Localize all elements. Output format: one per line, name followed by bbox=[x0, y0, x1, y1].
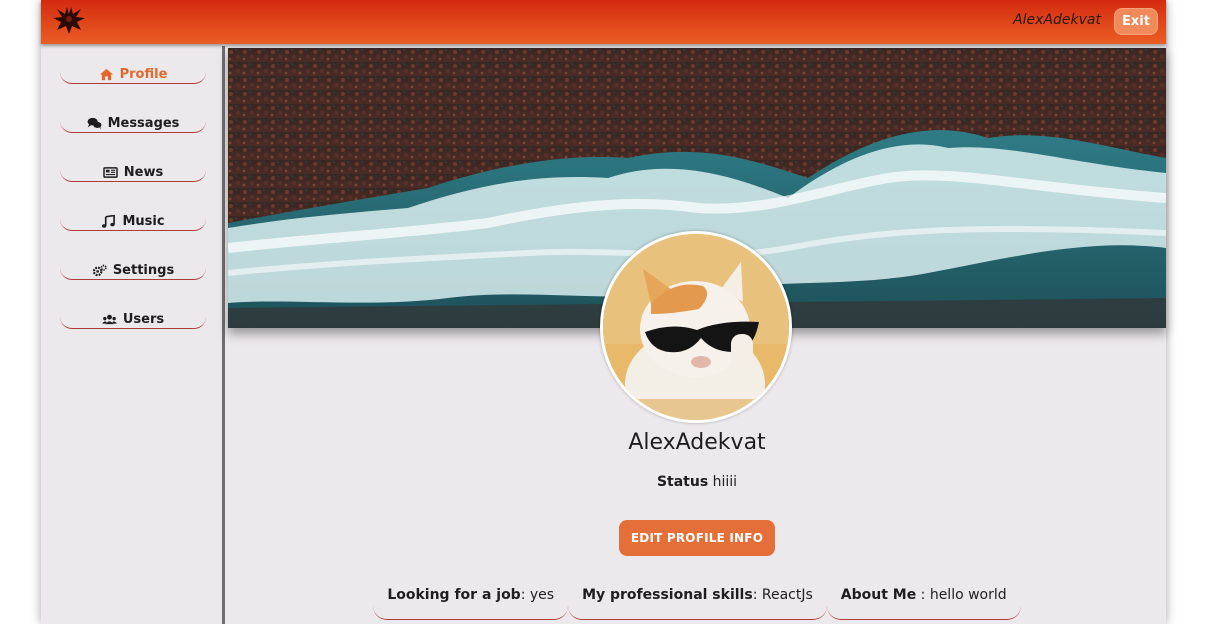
info-label: About Me bbox=[840, 587, 917, 603]
info-value: : yes bbox=[520, 587, 555, 603]
sidebar-item-label: News bbox=[123, 165, 164, 180]
sidebar-item-profile[interactable]: Profile bbox=[60, 66, 206, 84]
header-username: AlexAdekvat bbox=[1013, 12, 1101, 28]
newspaper-icon bbox=[103, 167, 118, 178]
sidebar-item-label: Settings bbox=[112, 263, 175, 278]
sidebar-item-messages[interactable]: Messages bbox=[60, 115, 206, 133]
info-value: : hello world bbox=[916, 587, 1007, 603]
avatar bbox=[600, 231, 792, 423]
sidebar-item-label: Users bbox=[122, 312, 165, 327]
comments-icon bbox=[87, 117, 102, 130]
status-line: Status hiiii bbox=[228, 474, 1166, 490]
cogs-icon bbox=[92, 264, 107, 277]
status-label: Status bbox=[656, 474, 709, 490]
info-value: : ReactJs bbox=[752, 587, 813, 603]
app-window: AlexAdekvat Exit Profile Messages News M… bbox=[41, 0, 1166, 624]
info-about-me: About Me : hello world bbox=[826, 582, 1021, 620]
sidebar: Profile Messages News Music Settings Use… bbox=[41, 46, 225, 624]
info-label: My professional skills bbox=[582, 587, 753, 603]
home-icon bbox=[99, 68, 113, 81]
exit-button[interactable]: Exit bbox=[1114, 8, 1158, 35]
sidebar-item-settings[interactable]: Settings bbox=[60, 262, 206, 280]
sidebar-item-label: Messages bbox=[107, 116, 180, 131]
sidebar-item-news[interactable]: News bbox=[60, 164, 206, 182]
music-icon bbox=[102, 215, 116, 228]
profile-name: AlexAdekvat bbox=[628, 430, 766, 455]
info-label: Looking for a job bbox=[387, 587, 521, 603]
sidebar-item-users[interactable]: Users bbox=[60, 311, 206, 329]
status-value[interactable]: hiiii bbox=[713, 474, 737, 490]
sidebar-item-label: Music bbox=[122, 214, 165, 229]
sidebar-item-music[interactable]: Music bbox=[60, 213, 206, 231]
phoenix-logo[interactable] bbox=[51, 4, 87, 40]
profile-info-row: Looking for a job: yes My professional s… bbox=[228, 582, 1166, 622]
profile-content: AlexAdekvat Status hiiii EDIT PROFILE IN… bbox=[228, 46, 1166, 624]
users-icon bbox=[101, 314, 117, 325]
header: AlexAdekvat Exit bbox=[41, 0, 1166, 44]
sidebar-item-label: Profile bbox=[119, 67, 168, 82]
edit-profile-button[interactable]: EDIT PROFILE INFO bbox=[619, 520, 775, 556]
info-professional-skills: My professional skills: ReactJs bbox=[568, 582, 827, 620]
info-looking-for-job: Looking for a job: yes bbox=[373, 582, 569, 620]
